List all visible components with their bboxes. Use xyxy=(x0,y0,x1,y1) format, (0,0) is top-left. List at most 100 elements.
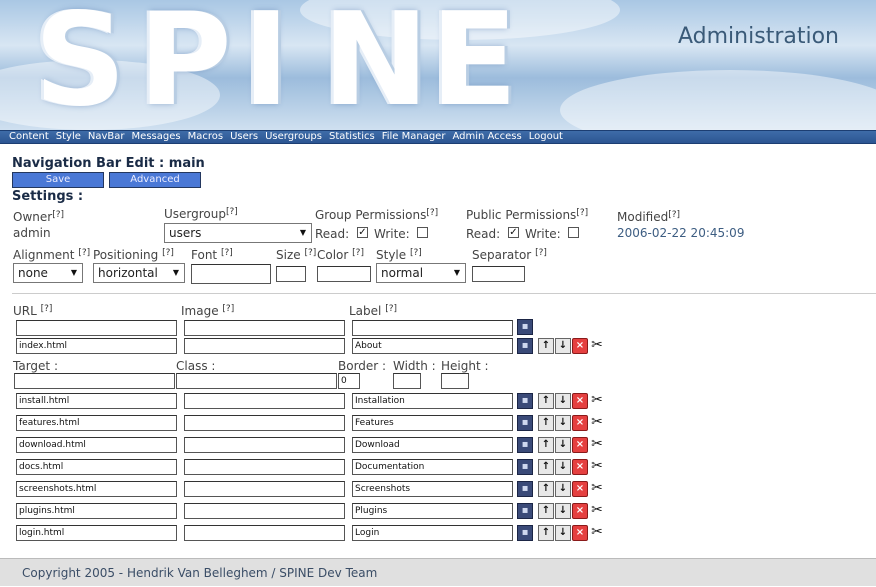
arrow-down-icon[interactable]: ↓ xyxy=(555,525,571,541)
item-image-input[interactable] xyxy=(184,459,345,475)
item-image-input[interactable] xyxy=(184,525,345,541)
floppy-save-icon[interactable]: ▪ xyxy=(517,459,533,475)
color-input[interactable] xyxy=(317,266,371,282)
tools-icon[interactable]: ✂ xyxy=(589,393,605,409)
tools-icon[interactable]: ✂ xyxy=(589,415,605,431)
help-link[interactable]: [?] xyxy=(41,304,53,314)
delete-x-icon[interactable]: × xyxy=(572,481,588,497)
size-input[interactable] xyxy=(276,266,306,282)
menu-item-admin-access[interactable]: Admin Access xyxy=(452,131,521,143)
menu-item-navbar[interactable]: NavBar xyxy=(88,131,125,143)
arrow-down-icon[interactable]: ↓ xyxy=(555,437,571,453)
tools-icon[interactable]: ✂ xyxy=(589,338,605,354)
arrow-up-icon[interactable]: ↑ xyxy=(538,338,554,354)
item-label-input[interactable]: About xyxy=(352,338,513,354)
font-input[interactable] xyxy=(191,264,271,284)
help-link[interactable]: [?] xyxy=(221,248,233,258)
arrow-up-icon[interactable]: ↑ xyxy=(538,393,554,409)
delete-x-icon[interactable]: × xyxy=(572,503,588,519)
delete-x-icon[interactable]: × xyxy=(572,415,588,431)
group-write-checkbox[interactable] xyxy=(417,227,428,238)
item-label-input[interactable]: Screenshots xyxy=(352,481,513,497)
arrow-down-icon[interactable]: ↓ xyxy=(555,338,571,354)
help-link[interactable]: [?] xyxy=(535,248,547,258)
help-link[interactable]: [?] xyxy=(410,248,422,258)
item-url-input[interactable]: plugins.html xyxy=(16,503,177,519)
item-label-input[interactable]: Installation xyxy=(352,393,513,409)
help-link[interactable]: [?] xyxy=(426,208,438,218)
menu-item-statistics[interactable]: Statistics xyxy=(329,131,375,143)
border-input[interactable]: 0 xyxy=(338,373,360,389)
item-label-input[interactable]: Features xyxy=(352,415,513,431)
delete-x-icon[interactable]: × xyxy=(572,338,588,354)
positioning-select[interactable]: horizontal ▼ xyxy=(93,263,185,283)
arrow-down-icon[interactable]: ↓ xyxy=(555,393,571,409)
delete-x-icon[interactable]: × xyxy=(572,459,588,475)
delete-x-icon[interactable]: × xyxy=(572,393,588,409)
public-write-checkbox[interactable] xyxy=(568,227,579,238)
item-image-input[interactable] xyxy=(184,415,345,431)
item-label-input[interactable]: Plugins xyxy=(352,503,513,519)
menu-item-file-manager[interactable]: File Manager xyxy=(382,131,446,143)
separator-input[interactable] xyxy=(472,266,525,282)
delete-x-icon[interactable]: × xyxy=(572,525,588,541)
arrow-down-icon[interactable]: ↓ xyxy=(555,503,571,519)
help-link[interactable]: [?] xyxy=(304,248,316,258)
item-url-input[interactable]: download.html xyxy=(16,437,177,453)
item-image-input[interactable] xyxy=(184,338,345,354)
item-image-input[interactable] xyxy=(184,393,345,409)
tools-icon[interactable]: ✂ xyxy=(589,459,605,475)
arrow-up-icon[interactable]: ↑ xyxy=(538,481,554,497)
delete-x-icon[interactable]: × xyxy=(572,437,588,453)
menu-item-usergroups[interactable]: Usergroups xyxy=(265,131,322,143)
target-input[interactable] xyxy=(14,373,175,389)
arrow-down-icon[interactable]: ↓ xyxy=(555,415,571,431)
height-input[interactable] xyxy=(441,373,469,389)
tools-icon[interactable]: ✂ xyxy=(589,437,605,453)
floppy-save-icon[interactable]: ▪ xyxy=(517,437,533,453)
floppy-save-icon[interactable]: ▪ xyxy=(517,481,533,497)
save-button[interactable]: Save xyxy=(12,172,104,188)
new-url-input[interactable] xyxy=(16,320,177,336)
tools-icon[interactable]: ✂ xyxy=(589,525,605,541)
style-select[interactable]: normal ▼ xyxy=(376,263,466,283)
item-url-input[interactable]: login.html xyxy=(16,525,177,541)
group-read-checkbox[interactable]: ✓ xyxy=(357,227,368,238)
help-link[interactable]: [?] xyxy=(52,210,64,220)
arrow-down-icon[interactable]: ↓ xyxy=(555,481,571,497)
item-url-input[interactable]: index.html xyxy=(16,338,177,354)
item-label-input[interactable]: Download xyxy=(352,437,513,453)
menu-item-macros[interactable]: Macros xyxy=(188,131,223,143)
floppy-save-icon[interactable]: ▪ xyxy=(517,393,533,409)
alignment-select[interactable]: none ▼ xyxy=(13,263,83,283)
width-input[interactable] xyxy=(393,373,421,389)
help-link[interactable]: [?] xyxy=(385,304,397,314)
item-url-input[interactable]: features.html xyxy=(16,415,177,431)
help-link[interactable]: [?] xyxy=(162,248,174,258)
tools-icon[interactable]: ✂ xyxy=(589,503,605,519)
item-label-input[interactable]: Documentation xyxy=(352,459,513,475)
menu-item-logout[interactable]: Logout xyxy=(529,131,563,143)
arrow-up-icon[interactable]: ↑ xyxy=(538,459,554,475)
arrow-down-icon[interactable]: ↓ xyxy=(555,459,571,475)
item-image-input[interactable] xyxy=(184,503,345,519)
arrow-up-icon[interactable]: ↑ xyxy=(538,525,554,541)
help-link[interactable]: [?] xyxy=(226,207,238,217)
floppy-save-icon[interactable]: ▪ xyxy=(517,415,533,431)
new-label-input[interactable] xyxy=(352,320,513,336)
help-link[interactable]: [?] xyxy=(352,248,364,258)
new-image-input[interactable] xyxy=(184,320,345,336)
floppy-save-icon[interactable]: ▪ xyxy=(517,319,533,335)
arrow-up-icon[interactable]: ↑ xyxy=(538,415,554,431)
floppy-save-icon[interactable]: ▪ xyxy=(517,525,533,541)
arrow-up-icon[interactable]: ↑ xyxy=(538,437,554,453)
help-link[interactable]: [?] xyxy=(576,208,588,218)
usergroup-select[interactable]: users ▼ xyxy=(164,223,312,243)
menu-item-content[interactable]: Content xyxy=(9,131,49,143)
class-input[interactable] xyxy=(176,373,337,389)
help-link[interactable]: [?] xyxy=(78,248,90,258)
tools-icon[interactable]: ✂ xyxy=(589,481,605,497)
floppy-save-icon[interactable]: ▪ xyxy=(517,338,533,354)
item-url-input[interactable]: docs.html xyxy=(16,459,177,475)
public-read-checkbox[interactable]: ✓ xyxy=(508,227,519,238)
